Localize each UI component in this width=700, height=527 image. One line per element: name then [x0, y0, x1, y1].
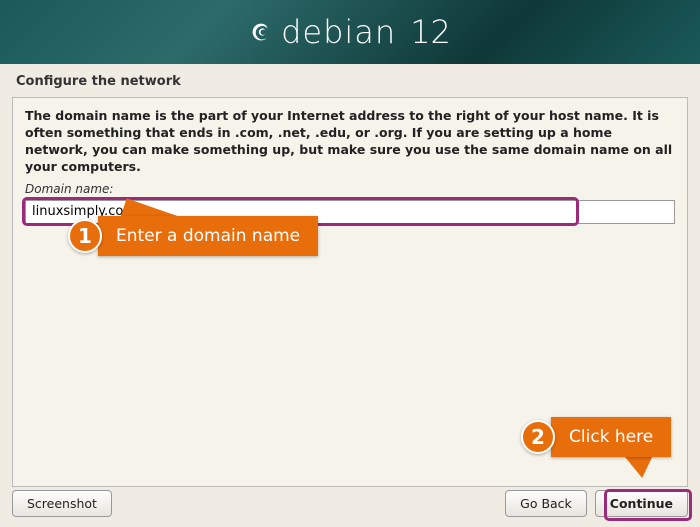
domain-name-label: Domain name: [25, 182, 675, 196]
debian-logo: debian 12 [249, 13, 451, 51]
footer-bar: Screenshot Go Back Continue [12, 490, 688, 517]
brand-version: 12 [410, 13, 451, 51]
annotation-step-label: Click here [551, 417, 671, 457]
annotation-step-number: 2 [521, 420, 555, 454]
annotation-callout-2: 2 Click here [521, 417, 671, 457]
instructions-text: The domain name is the part of your Inte… [25, 108, 675, 176]
continue-button[interactable]: Continue [595, 490, 688, 517]
annotation-step-number: 1 [68, 219, 102, 253]
brand-name: debian [281, 13, 396, 51]
annotation-callout-1: 1 Enter a domain name [68, 216, 318, 256]
screenshot-button[interactable]: Screenshot [12, 490, 112, 517]
annotation-step-label: Enter a domain name [98, 216, 318, 256]
swirl-icon [249, 20, 273, 44]
go-back-button[interactable]: Go Back [505, 490, 587, 517]
page-title: Configure the network [0, 64, 700, 97]
installer-header: debian 12 [0, 0, 700, 64]
